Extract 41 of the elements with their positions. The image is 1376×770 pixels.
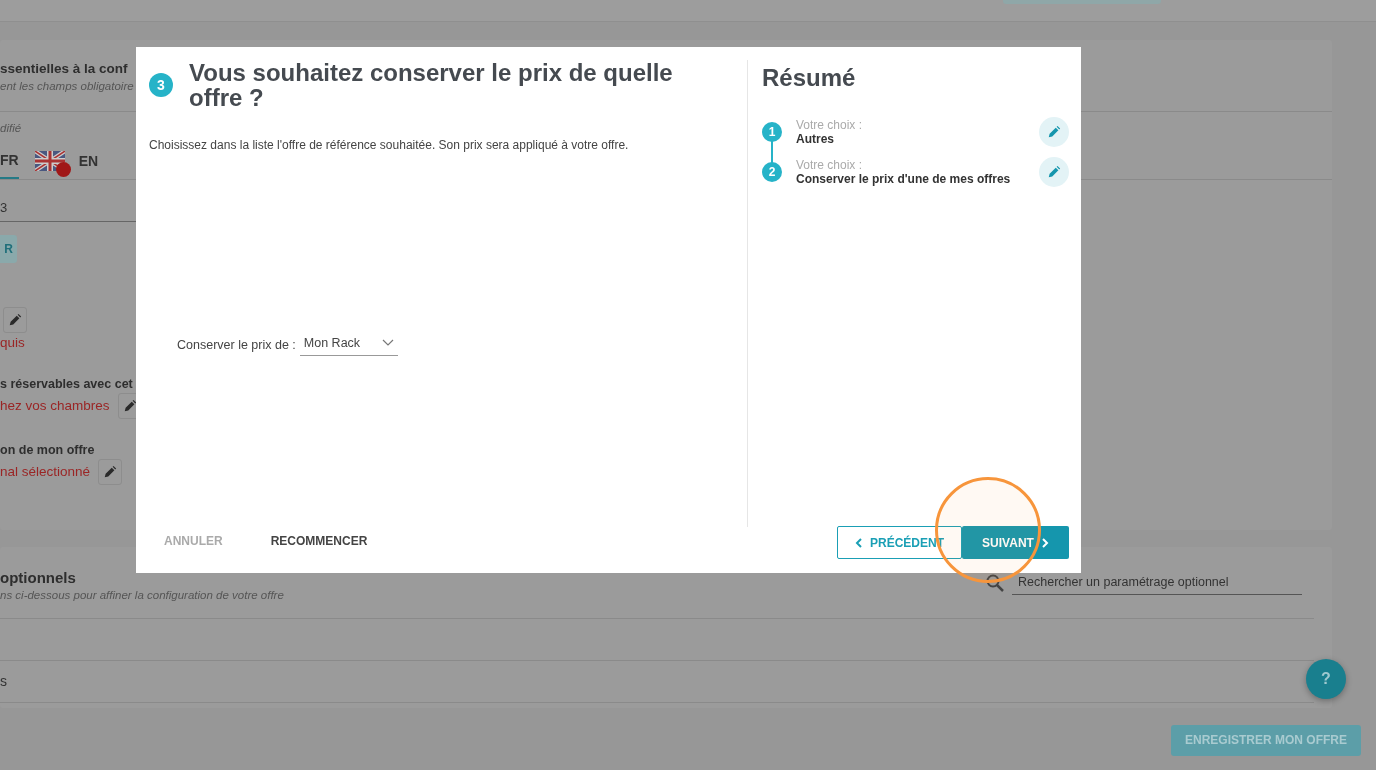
section-subtitle: ent les champs obligatoire — [0, 79, 134, 94]
dialog-title: Vous souhaitez conserver le prix de quelle offre ? — [189, 60, 674, 110]
section-title: ssentielles à la conf — [0, 60, 128, 78]
chevron-left-icon — [855, 537, 862, 548]
pencil-icon — [1047, 125, 1061, 139]
step-value: Conserver le prix d'une de mes offres — [796, 171, 1011, 187]
step-value: Autres — [796, 131, 835, 147]
pencil-icon — [1047, 165, 1061, 179]
modified-label: difié — [0, 121, 22, 137]
summary-title: Résumé — [762, 63, 857, 93]
search-icon — [986, 573, 1004, 592]
list-item[interactable]: s — [0, 671, 7, 693]
error-text: nal sélectionné — [0, 463, 91, 482]
step-number: 2 — [762, 162, 782, 182]
action-button[interactable]: R — [0, 235, 17, 263]
flag-icon — [34, 151, 65, 171]
select-field[interactable]: Mon Rack — [299, 334, 398, 356]
field-label: on de mon offre — [0, 442, 95, 460]
step-label: Votre choix : — [796, 117, 863, 132]
chevron-down-icon — [381, 339, 394, 348]
step-label: Votre choix : — [796, 157, 864, 172]
field-label: s réservables avec cet — [0, 376, 133, 394]
language-tab[interactable]: FR — [0, 145, 19, 179]
section-subtitle: ns ci-dessous pour affiner la configuration de votre offre — [0, 588, 284, 603]
cancel-button[interactable]: ANNULER — [164, 532, 223, 550]
step-number: 1 — [762, 122, 782, 142]
next-button[interactable]: SUIVANT — [962, 526, 1069, 559]
pencil-icon — [103, 465, 118, 480]
section-title: optionnels — [0, 569, 76, 587]
step-number: 3 — [149, 73, 173, 97]
error-text: hez vos chambres — [0, 397, 110, 416]
chevron-right-icon — [1041, 537, 1049, 548]
select-label: Conserver le prix de : — [177, 336, 296, 354]
error-text: quis — [0, 334, 25, 352]
restart-button[interactable]: RECOMMENCER — [270, 532, 368, 550]
language-tab[interactable]: EN — [34, 145, 99, 179]
description-text: Choisissez dans la liste l'offre de référence souhaitée. Son prix sera appliqué à votre offre. — [149, 137, 630, 154]
pencil-icon — [122, 399, 137, 414]
help-button[interactable]: ? — [1306, 659, 1346, 699]
pencil-icon — [8, 313, 22, 327]
search-field[interactable]: Rechercher un paramétrage optionnel — [1012, 571, 1302, 595]
